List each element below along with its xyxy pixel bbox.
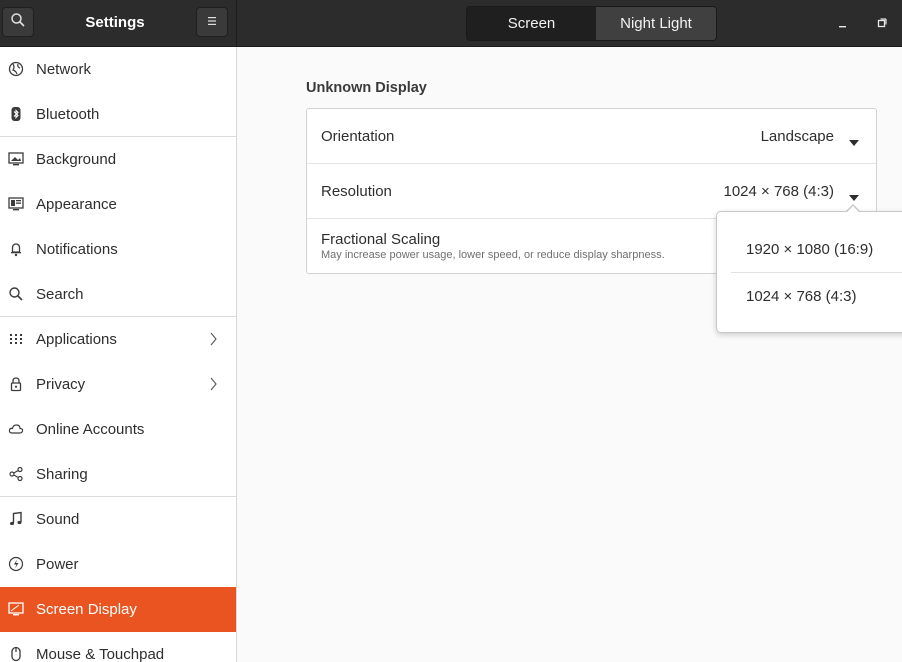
sidebar-item-search[interactable]: Search xyxy=(0,272,236,317)
page-switcher: Screen Display Night Light xyxy=(466,6,717,41)
grid-icon xyxy=(8,331,24,347)
sidebar-item-label: Appearance xyxy=(36,196,117,213)
sidebar-item-appearance[interactable]: Appearance xyxy=(0,182,236,227)
menu-button[interactable] xyxy=(196,7,228,37)
popover-divider xyxy=(731,272,902,273)
sidebar-item-sound[interactable]: Sound xyxy=(0,497,236,542)
sidebar-item-mouse-touchpad[interactable]: Mouse & Touchpad xyxy=(0,632,236,662)
globe-icon xyxy=(8,61,24,77)
sidebar-item-label: Mouse & Touchpad xyxy=(36,646,165,662)
orientation-row[interactable]: Orientation Landscape xyxy=(307,109,876,164)
orientation-label: Orientation xyxy=(321,128,395,145)
sidebar-item-notifications[interactable]: Notifications xyxy=(0,227,236,272)
sidebar-item-background[interactable]: Background xyxy=(0,137,236,182)
resolution-option[interactable]: 1024 × 768 (4:3) xyxy=(746,288,857,305)
resolution-label: Resolution xyxy=(321,183,392,200)
fractional-scaling-label: Fractional Scaling xyxy=(321,231,441,248)
dropdown-arrow-icon[interactable] xyxy=(849,133,859,150)
sidebar-item-network[interactable]: Network xyxy=(0,47,236,92)
sidebar-item-screen-display[interactable]: Screen Display xyxy=(0,587,236,632)
sidebar-item-label: Search xyxy=(36,285,84,303)
hamburger-menu-icon xyxy=(205,14,219,31)
minimize-icon xyxy=(839,26,846,28)
sidebar-item-privacy[interactable]: Privacy xyxy=(0,362,236,407)
sidebar-item-label: Privacy xyxy=(36,376,86,393)
sidebar-item-label: Online Accounts xyxy=(36,421,145,438)
bluetooth-icon xyxy=(8,106,24,122)
popover-pointer-fill xyxy=(846,206,860,213)
sidebar-item-label: Power xyxy=(36,556,79,573)
tab-night-light[interactable]: Night Light xyxy=(596,7,716,40)
search-icon xyxy=(10,12,26,32)
search-icon xyxy=(8,286,24,302)
sidebar-item-label: Bluetooth xyxy=(36,105,100,123)
restore-icon xyxy=(877,18,887,28)
app-title: Settings xyxy=(85,14,145,31)
sidebar-header: Settings xyxy=(0,0,237,46)
restore-button[interactable] xyxy=(876,16,888,28)
resolution-popover: 1920 × 1080 (16:9) 1024 × 768 (4:3) xyxy=(716,211,902,333)
search-button[interactable] xyxy=(2,7,34,37)
chevron-right-icon xyxy=(208,376,218,396)
sidebar-item-online-accounts[interactable]: Online Accounts xyxy=(0,407,236,452)
minimize-button[interactable] xyxy=(837,16,849,28)
sidebar-item-label: Background xyxy=(36,151,117,168)
sidebar: Network Bluetooth Background Appearance … xyxy=(0,47,237,662)
tab-screen-display[interactable]: Screen Display xyxy=(467,7,596,40)
display-icon xyxy=(8,601,24,617)
sidebar-item-label: Notifications xyxy=(36,241,118,258)
lock-icon xyxy=(8,376,24,392)
orientation-value[interactable]: Landscape xyxy=(761,128,834,145)
sidebar-item-label: Sound xyxy=(36,511,80,528)
resolution-option[interactable]: 1920 × 1080 (16:9) xyxy=(746,241,873,258)
sidebar-item-sharing[interactable]: Sharing xyxy=(0,452,236,497)
appearance-icon xyxy=(8,196,24,212)
dropdown-arrow-icon[interactable] xyxy=(849,188,859,205)
sidebar-item-applications[interactable]: Applications xyxy=(0,317,236,362)
sidebar-item-bluetooth[interactable]: Bluetooth xyxy=(0,92,236,137)
display-name-heading: Unknown Display xyxy=(306,80,427,96)
sidebar-item-power[interactable]: Power xyxy=(0,542,236,587)
main-panel: Unknown Display Orientation Landscape Re… xyxy=(237,47,902,662)
fractional-scaling-description: May increase power usage, lower speed, o… xyxy=(321,249,665,261)
music-note-icon xyxy=(8,511,24,527)
resolution-value[interactable]: 1024 × 768 (4:3) xyxy=(723,183,834,200)
sidebar-item-label: Sharing xyxy=(36,465,88,483)
monitor-background-icon xyxy=(8,151,24,167)
header-bar: Settings Screen Display Night Light xyxy=(0,0,902,47)
mouse-icon xyxy=(8,646,24,662)
cloud-icon xyxy=(8,421,24,437)
chevron-right-icon xyxy=(208,331,218,351)
bell-icon xyxy=(8,241,24,257)
power-icon xyxy=(8,556,24,572)
sidebar-item-label: Screen Display xyxy=(36,601,137,618)
sidebar-item-label: Network xyxy=(36,61,92,78)
sidebar-item-label: Applications xyxy=(36,331,117,348)
share-icon xyxy=(8,466,24,482)
